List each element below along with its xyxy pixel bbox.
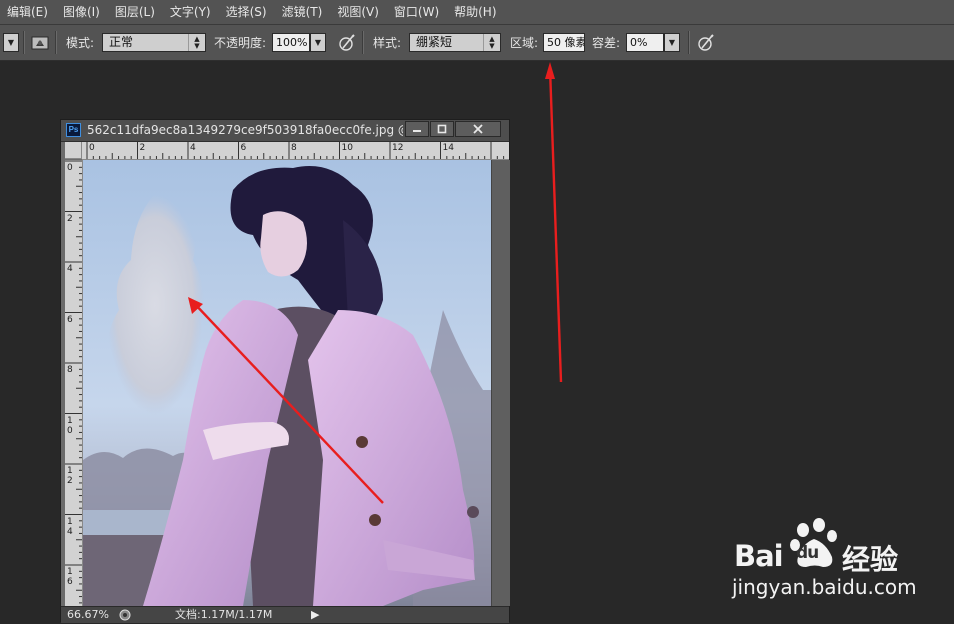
menu-type[interactable]: 文字(Y) (163, 0, 219, 24)
edited-photo (83, 160, 491, 606)
style-select-value: 绷紧短 (416, 35, 453, 49)
menu-bar: 编辑(E) 图像(I) 图层(L) 文字(Y) 选择(S) 滤镜(T) 视图(V… (0, 0, 954, 25)
area-label: 区域: (510, 36, 539, 50)
watermark-bai: Bai (734, 539, 784, 573)
style-select[interactable]: 绷紧短 ▲ ▼ (409, 33, 501, 52)
mode-select-value: 正常 (109, 35, 134, 49)
horizontal-ruler[interactable]: 0 2 4 6 8 10 12 14 (82, 142, 509, 160)
baidu-jingyan-watermark: Bai du 经验 jingyan.baidu.com (728, 513, 954, 622)
opacity-label: 不透明度: (214, 36, 267, 50)
ruler-left-label: 1 0 (67, 415, 73, 436)
divider (688, 31, 690, 54)
divider (362, 31, 364, 54)
mode-select[interactable]: 正常 ▲ ▼ (102, 33, 206, 52)
status-bar: 66.67% 文档:1.17M/1.17M ▶ (61, 606, 509, 623)
vertical-ruler-ticks (65, 160, 82, 604)
watermark-url: jingyan.baidu.com (732, 575, 917, 599)
options-bar: ▼ 模式: 正常 ▲ ▼ 不透明度: 100% ▼ 样式: 绷紧短 ▲ ▼ 区域: … (0, 25, 954, 61)
menu-view[interactable]: 视图(V) (330, 0, 387, 24)
ruler-top-label: 4 (190, 143, 196, 153)
menu-edit[interactable]: 编辑(E) (0, 0, 56, 24)
ruler-left-label: 2 (67, 213, 73, 224)
tolerance-dropdown[interactable]: ▼ (664, 33, 680, 52)
ruler-left-label: 0 (67, 163, 73, 173)
ruler-top-label: 2 (139, 143, 146, 153)
tolerance-label: 容差: (592, 36, 621, 50)
style-label: 样式: (373, 36, 402, 50)
ruler-top-label: 0 (89, 143, 95, 153)
vertical-scrollbar[interactable] (491, 160, 510, 606)
menu-help[interactable]: 帮助(H) (447, 0, 504, 24)
area-input[interactable]: 50 像素 (543, 33, 585, 52)
opacity-input[interactable]: 100% (272, 33, 310, 52)
ruler-left-label: 1 2 (67, 466, 73, 486)
close-icon (473, 124, 483, 134)
menu-image[interactable]: 图像(I) (56, 0, 108, 24)
document-titlebar[interactable]: Ps 562c11dfa9ec8a1349279ce9f503918fa0ecc… (61, 120, 509, 142)
watermark-jingyan: 经验 (842, 543, 899, 576)
opacity-dropdown[interactable]: ▼ (310, 33, 326, 52)
status-menu-arrow-icon[interactable]: ▶ (311, 608, 319, 621)
vertical-ruler[interactable]: 0 2 4 6 8 1 0 1 2 1 4 1 6 (65, 160, 83, 606)
ruler-top-label: 14 (442, 143, 454, 153)
ruler-left-label: 1 6 (67, 567, 73, 587)
close-button[interactable] (455, 121, 501, 137)
zoom-level[interactable]: 66.67% (67, 607, 109, 622)
document-title: 562c11dfa9ec8a1349279ce9f503918fa0ecc0fe… (87, 123, 403, 137)
maximize-icon (437, 124, 447, 134)
ruler-left-label: 8 (67, 365, 73, 375)
minimize-button[interactable] (405, 121, 429, 137)
ruler-top-label: 6 (240, 143, 247, 153)
tablet-pressure-icon[interactable] (337, 33, 357, 52)
ruler-left-label: 6 (67, 314, 73, 325)
mode-label: 模式: (66, 36, 95, 50)
minimize-icon (413, 130, 421, 132)
chevron-updown-icon: ▲ ▼ (188, 34, 205, 51)
ruler-corner[interactable] (65, 142, 82, 159)
menu-filter[interactable]: 滤镜(T) (275, 0, 331, 24)
menu-layer[interactable]: 图层(L) (108, 0, 163, 24)
menu-window[interactable]: 窗口(W) (387, 0, 447, 24)
ruler-top-label: 10 (341, 143, 353, 153)
ruler-left-label: 1 4 (67, 516, 73, 537)
ruler-top-label: 8 (291, 143, 297, 153)
brush-preset-icon[interactable] (30, 33, 50, 52)
photoshop-icon: Ps (66, 123, 81, 137)
divider (23, 31, 25, 54)
image-canvas[interactable] (83, 160, 491, 606)
watermark-du: du (796, 543, 819, 563)
tablet-pressure-icon[interactable] (696, 33, 716, 52)
divider (55, 31, 57, 54)
tool-preset-dropdown[interactable]: ▼ (3, 33, 19, 52)
tolerance-input[interactable]: 0% (626, 33, 664, 52)
maximize-button[interactable] (430, 121, 454, 137)
menu-select[interactable]: 选择(S) (219, 0, 275, 24)
ruler-top-label: 12 (392, 143, 404, 153)
document-window: Ps 562c11dfa9ec8a1349279ce9f503918fa0ecc… (60, 119, 510, 623)
annotation-arrow (545, 62, 563, 383)
document-size: 文档:1.17M/1.17M (175, 608, 273, 621)
ruler-left-label: 4 (67, 264, 73, 274)
chevron-updown-icon: ▲ ▼ (483, 34, 500, 51)
